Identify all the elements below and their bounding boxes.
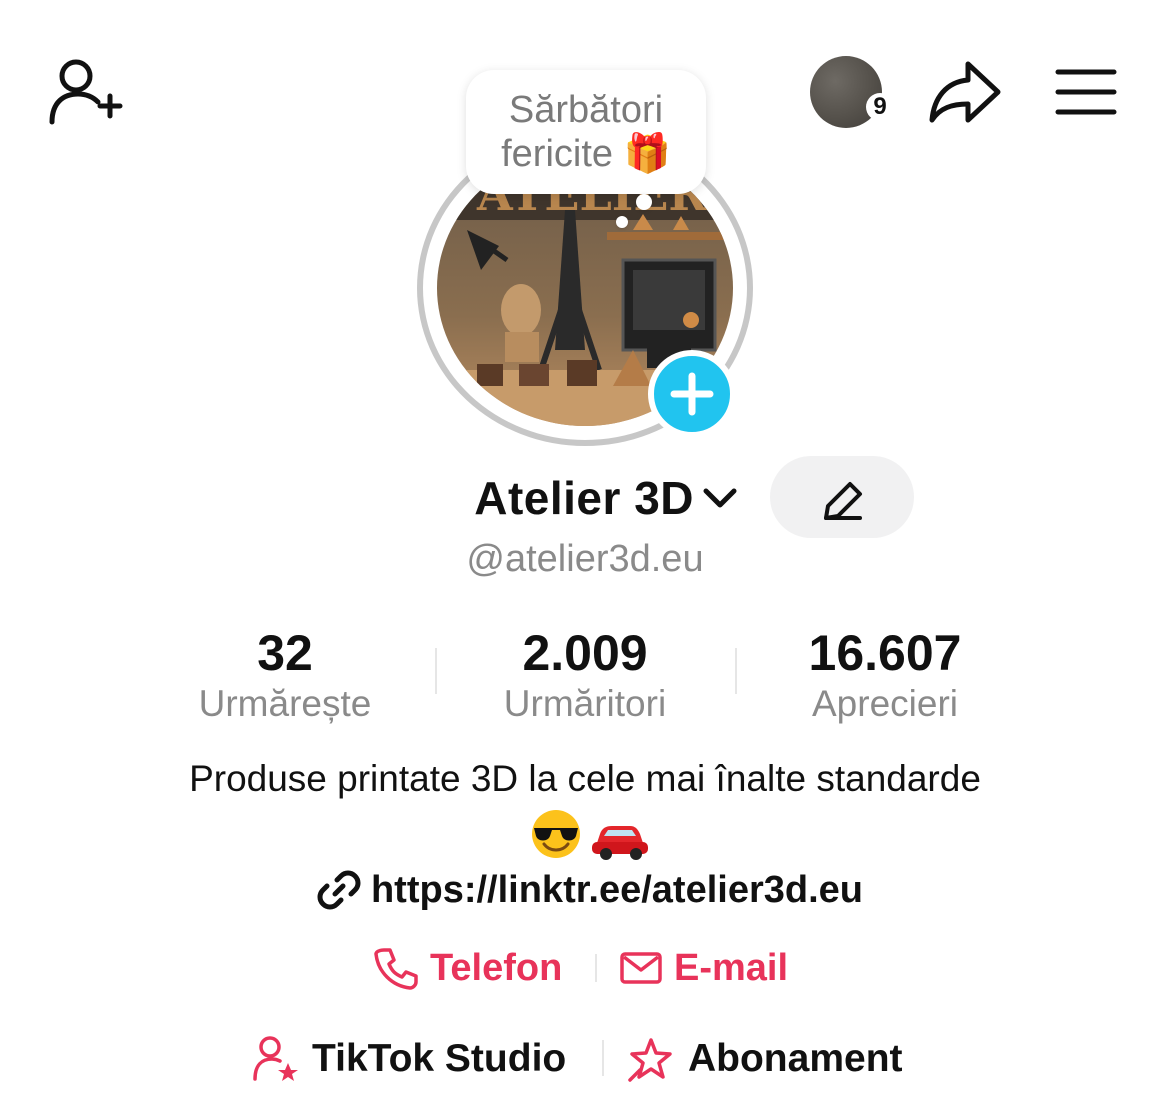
phone-icon [374,948,418,990]
subscription-button[interactable]: Abonament [626,1030,903,1088]
menu-button[interactable] [1054,66,1118,118]
edit-profile-button[interactable] [770,456,914,538]
notification-count-badge: 9 [866,93,894,121]
account-switcher[interactable]: Atelier 3D [420,462,740,534]
person-star-icon [253,1036,298,1081]
followers-count: 2.009 [522,625,648,681]
pencil-icon [824,482,862,520]
likes-stat[interactable]: 16.607 Aprecieri [740,624,1030,726]
status-note-text: Sărbători fericite 🎁 [501,89,671,175]
star-sparkle-icon [628,1038,672,1082]
status-note-tail [636,194,652,210]
following-stat[interactable]: 32 Urmărește [140,624,430,726]
followers-label: Urmăritori [503,683,667,724]
phone-button[interactable]: Telefon [374,940,562,996]
hamburger-menu-icon [1055,69,1117,115]
stat-divider [735,648,737,694]
username: @atelier3d.eu [466,538,704,580]
likes-label: Aprecieri [812,683,958,724]
bio-link[interactable]: https://linktr.ee/atelier3d.eu [270,862,910,918]
bio-emojis [520,806,650,862]
status-note-tail [616,216,628,228]
subscription-label: Abonament [688,1037,903,1080]
following-count: 32 [257,625,313,681]
add-friend-button[interactable] [44,56,124,128]
followers-stat[interactable]: 2.009 Urmăritori [440,624,730,726]
following-label: Urmărește [198,683,372,724]
share-arrow-icon [929,61,1001,123]
link-icon [317,870,361,910]
plus-icon [670,372,714,416]
notifications-avatar-button[interactable]: 9 [808,55,898,135]
email-button[interactable]: E-mail [620,940,788,996]
stat-divider [435,648,437,694]
smiling-face-with-sunglasses-emoji [532,810,648,860]
add-photo-button[interactable] [648,350,736,438]
phone-label: Telefon [430,946,563,989]
bio-text: Produse printate 3D la cele mai înalte s… [189,758,981,799]
bio-link-text: https://linktr.ee/atelier3d.eu [370,868,864,911]
contact-divider [595,954,597,982]
display-name: Atelier 3D [474,472,694,524]
person-plus-icon [49,59,123,125]
tiktok-studio-button[interactable]: TikTok Studio [252,1030,566,1088]
mail-icon [620,952,662,984]
tiktok-studio-label: TikTok Studio [312,1037,567,1080]
chevron-down-icon [703,488,737,508]
tools-divider [602,1040,604,1076]
likes-count: 16.607 [808,625,962,681]
share-button[interactable] [928,58,1004,128]
email-label: E-mail [674,946,789,989]
status-note-bubble[interactable]: Sărbători fericite 🎁 [466,70,706,194]
